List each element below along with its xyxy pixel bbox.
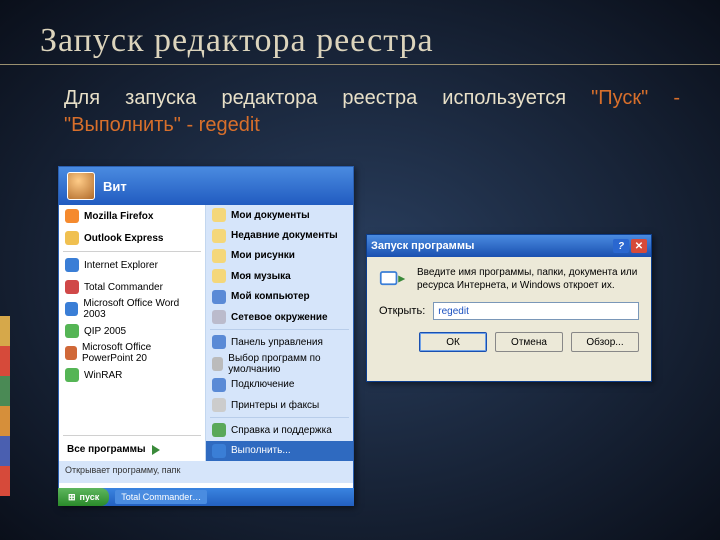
all-programs-label: Все программы	[67, 444, 146, 455]
start-menu-right-column: Мои документы Недавние документы Мои рис…	[206, 205, 353, 461]
connection-icon	[212, 378, 226, 392]
ie-icon	[65, 258, 79, 272]
start-menu[interactable]: Вит Mozilla Firefox Outlook Express Inte…	[58, 166, 354, 506]
help-button-icon[interactable]: ?	[613, 239, 629, 253]
run-item[interactable]: Выполнить...	[206, 441, 353, 461]
all-programs-item[interactable]: Все программы	[59, 438, 205, 461]
taskbar-task[interactable]: Total Commander…	[115, 490, 207, 504]
slide-desc-text: Для запуска редактора реестра использует…	[64, 87, 591, 109]
gear-icon	[212, 335, 226, 349]
mru-item[interactable]: Total Commander	[59, 276, 205, 298]
places-item[interactable]: Мои документы	[206, 205, 353, 225]
mru-item[interactable]: Microsoft Office PowerPoint 20	[59, 342, 205, 364]
run-dialog-titlebar[interactable]: Запуск программы ? ✕	[367, 235, 651, 257]
outlook-icon	[65, 231, 79, 245]
pinned-item[interactable]: Mozilla Firefox	[59, 205, 205, 227]
places-item[interactable]: Недавние документы	[206, 225, 353, 245]
mru-item[interactable]: Internet Explorer	[59, 254, 205, 276]
open-label: Открыть:	[379, 305, 425, 317]
ok-button[interactable]: ОК	[419, 332, 487, 352]
mru-item[interactable]: QIP 2005	[59, 320, 205, 342]
pinned-item[interactable]: Outlook Express	[59, 227, 205, 249]
username-label: Вит	[103, 179, 127, 194]
settings-item[interactable]: Подключение	[206, 375, 353, 395]
run-dialog-icon	[379, 267, 407, 291]
places-item[interactable]: Моя музыка	[206, 266, 353, 286]
separator	[63, 251, 201, 252]
settings-item[interactable]: Панель управления	[206, 332, 353, 352]
start-menu-header: Вит	[59, 167, 353, 205]
run-dialog[interactable]: Запуск программы ? ✕ Введите имя програм…	[366, 234, 652, 382]
separator	[63, 435, 201, 436]
run-dialog-hint: Введите имя программы, папки, документа …	[417, 267, 639, 292]
folder-icon	[212, 208, 226, 222]
run-dialog-title-label: Запуск программы	[371, 240, 474, 252]
decorative-color-stripes	[0, 316, 10, 496]
windows-logo-icon: ⊞	[68, 492, 76, 503]
totalcmd-icon	[65, 280, 79, 294]
places-item[interactable]: Мои рисунки	[206, 246, 353, 266]
cancel-button[interactable]: Отмена	[495, 332, 563, 352]
mru-item[interactable]: WinRAR	[59, 364, 205, 386]
start-button[interactable]: ⊞ пуск	[58, 488, 109, 506]
avatar	[67, 172, 95, 200]
settings-item[interactable]: Выбор программ по умолчанию	[206, 353, 353, 375]
separator	[210, 329, 349, 330]
folder-icon	[212, 229, 226, 243]
help-item[interactable]: Справка и поддержка	[206, 420, 353, 440]
help-icon	[212, 423, 226, 437]
powerpoint-icon	[65, 346, 77, 360]
word-icon	[65, 302, 78, 316]
places-item[interactable]: Сетевое окружение	[206, 307, 353, 327]
computer-icon	[212, 290, 226, 304]
folder-icon	[212, 269, 226, 283]
separator	[210, 417, 349, 418]
run-icon	[212, 444, 226, 458]
browse-button[interactable]: Обзор...	[571, 332, 639, 352]
qip-icon	[65, 324, 79, 338]
defaults-icon	[212, 357, 223, 371]
folder-icon	[212, 249, 226, 263]
slide-description: Для запуска редактора реестра использует…	[0, 65, 720, 147]
start-menu-tooltip: Открывает программу, папк	[59, 461, 353, 483]
firefox-icon	[65, 209, 79, 223]
winrar-icon	[65, 368, 79, 382]
mru-item[interactable]: Microsoft Office Word 2003	[59, 298, 205, 320]
close-icon[interactable]: ✕	[631, 239, 647, 253]
taskbar[interactable]: ⊞ пуск Total Commander…	[58, 488, 354, 506]
places-item[interactable]: Мой компьютер	[206, 287, 353, 307]
chevron-right-icon	[152, 445, 160, 455]
settings-item[interactable]: Принтеры и факсы	[206, 395, 353, 415]
printer-icon	[212, 398, 226, 412]
network-icon	[212, 310, 226, 324]
slide-title: Запуск редактора реестра	[0, 0, 720, 65]
start-menu-left-column: Mozilla Firefox Outlook Express Internet…	[59, 205, 206, 461]
run-command-input[interactable]	[433, 302, 639, 320]
